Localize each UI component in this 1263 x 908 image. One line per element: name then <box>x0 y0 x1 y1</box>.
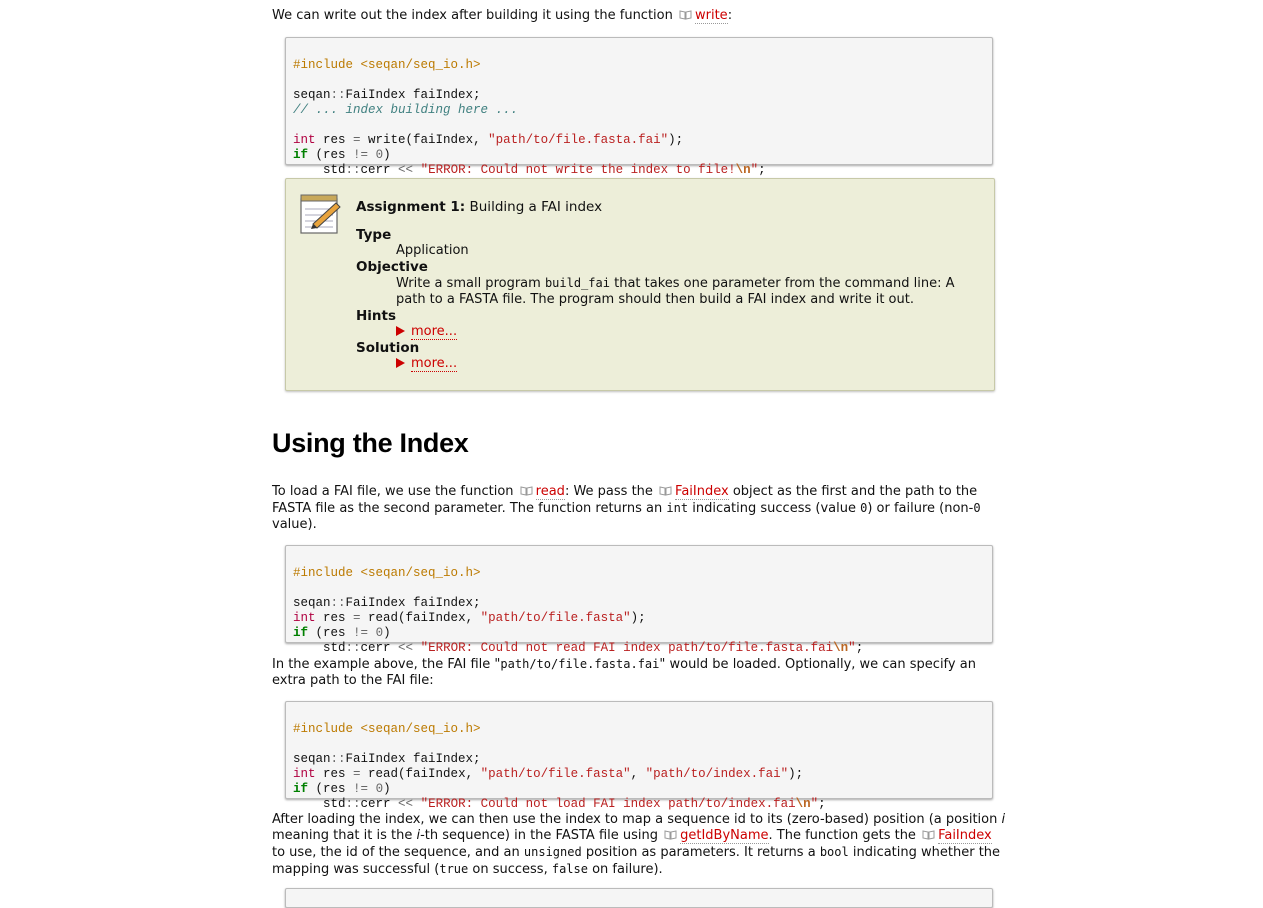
code-block-next <box>285 888 993 908</box>
getidbyname-paragraph: After loading the index, we can then use… <box>272 812 1006 877</box>
notepad-pencil-icon <box>300 194 341 234</box>
getidbyname-link[interactable]: getIdByName <box>680 828 769 844</box>
section-heading: Using the Index <box>272 428 469 458</box>
triangle-right-icon <box>396 326 405 336</box>
book-icon <box>922 830 935 840</box>
hints-more-toggle[interactable]: more... <box>396 324 458 340</box>
book-icon <box>520 486 533 496</box>
example-paragraph: In the example above, the FAI file "path… <box>272 657 976 688</box>
solution-more-toggle[interactable]: more... <box>396 356 458 372</box>
faiindex-link[interactable]: FaiIndex <box>675 484 729 500</box>
read-paragraph: To load a FAI file, we use the function … <box>272 484 981 532</box>
book-icon <box>664 830 677 840</box>
faiindex-link[interactable]: FaiIndex <box>938 828 992 844</box>
intro-text: We can write out the index after buildin… <box>272 8 677 23</box>
type-label: Type <box>356 227 392 243</box>
code-block-read-with-path: #include <seqan/seq_io.h> seqan::FaiIndex… <box>285 701 993 811</box>
code-block-write: #include <seqan/seq_io.h> seqan::FaiIndex… <box>285 37 993 177</box>
book-icon <box>659 486 672 496</box>
assignment-box: Assignment 1: Building a FAI index Type … <box>285 178 995 391</box>
solution-label: Solution <box>356 340 420 356</box>
intro-paragraph: We can write out the index after buildin… <box>272 8 733 24</box>
write-link[interactable]: write <box>695 8 728 24</box>
book-icon <box>679 10 692 20</box>
objective-label: Objective <box>356 259 428 275</box>
hints-label: Hints <box>356 308 397 324</box>
assignment-title: Assignment 1: Building a FAI index <box>356 199 603 215</box>
type-value: Application <box>396 243 469 258</box>
triangle-right-icon <box>396 358 405 368</box>
code-block-read: #include <seqan/seq_io.h> seqan::FaiIndex… <box>285 545 993 655</box>
assignment-details: Type Application Objective Write a small… <box>356 227 986 372</box>
objective-text: Write a small program build_fai that tak… <box>396 276 955 307</box>
read-link[interactable]: read <box>535 484 565 500</box>
